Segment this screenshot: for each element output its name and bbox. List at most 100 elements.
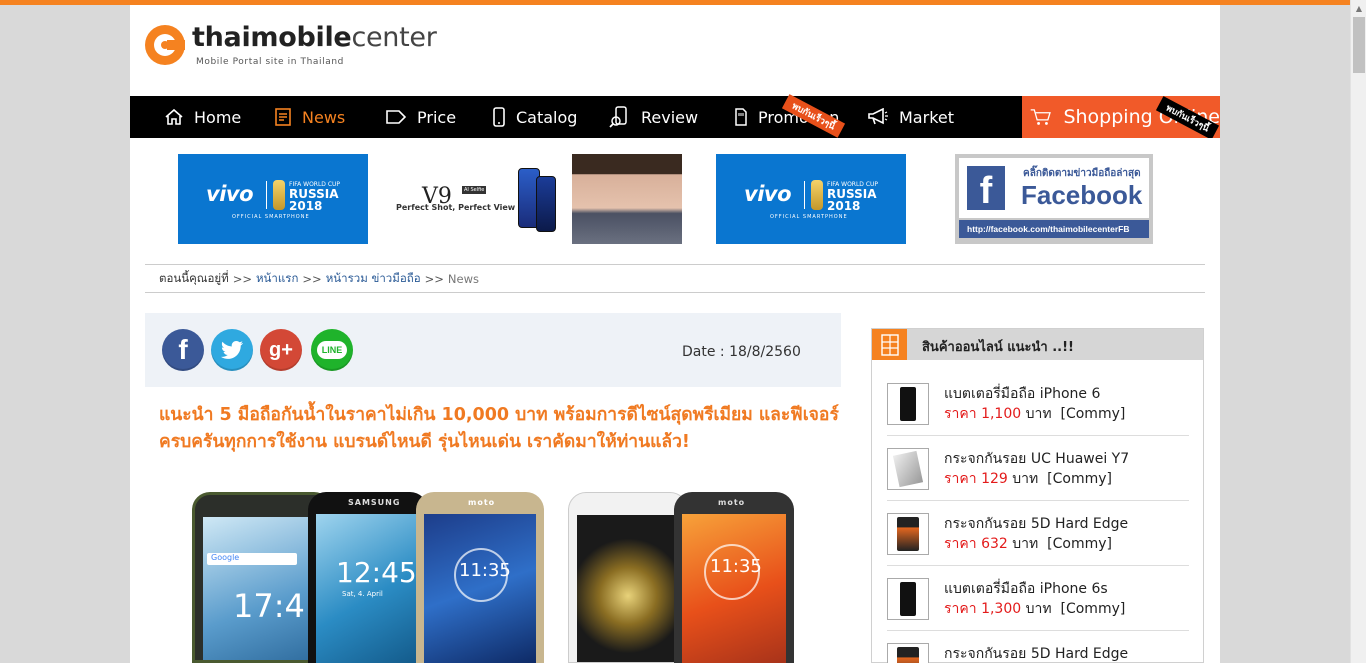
products-grid-icon [872,329,907,360]
vivo-banner-right[interactable]: vivo FIFA WORLD CUP RUSSIA 2018 OFFICIAL… [716,154,906,244]
vivo-v9-banner[interactable]: V9 AI Selfie Perfect Shot, Perfect View [382,154,690,244]
news-icon [275,108,291,126]
twitter-bird-icon [221,341,243,359]
phone-icon [493,107,505,127]
facebook-banner-url: http://facebook.com/thaimobilecenterFB [959,220,1149,238]
facebook-banner-title: Facebook [1021,180,1143,210]
product-shop: [Commy] [1060,601,1126,617]
hero-phone-lenovo [568,492,688,663]
hero-phone-screen: 11:35 [682,514,786,663]
nav-price[interactable]: Price [385,96,456,138]
hero-phone-moto-gold: moto 11:35 [416,492,544,663]
logo-text-bold: thaimobile [192,22,352,53]
article-date: Date : 18/8/2560 [682,344,801,360]
page-container: thaimobilecenter Mobile Portal site in T… [130,5,1220,663]
price-label: ราคา [944,601,977,617]
product-shop: [Commy] [1047,471,1112,487]
price-value: 632 [981,536,1008,552]
share-facebook-button[interactable]: f [162,329,204,371]
product-price: ราคา 1,100 บาท [Commy] [944,403,1125,425]
share-google-plus-button[interactable]: g+ [260,329,302,371]
scroll-up-arrow-icon[interactable]: ▲ [1351,0,1366,16]
hero-phone-date: Sat, 4. April [342,590,383,598]
product-thumbnail[interactable] [887,448,929,490]
vivo-official-text: OFFICIAL SMARTPHONE [770,214,848,220]
vivo-official-text: OFFICIAL SMARTPHONE [232,214,310,220]
vivo-banner-left[interactable]: vivo FIFA WORLD CUP RUSSIA 2018 OFFICIAL… [178,154,368,244]
scroll-thumb[interactable] [1353,17,1365,73]
price-label: ราคา [944,471,977,487]
line-icon: LINE [316,341,348,359]
hero-phone-time: 11:35 [459,560,511,581]
breadcrumb-separator: >> [232,271,252,286]
article-hero-image: Google 17:4 SAMSUNG 12:45 Sat, 4. April … [192,492,794,663]
logo-text: thaimobilecenter [192,22,437,53]
product-name[interactable]: แบตเตอรี่มือถือ iPhone 6s [944,578,1108,600]
hero-phone-time: 11:35 [710,556,762,577]
price-value: 1,300 [981,601,1022,617]
facebook-follow-banner[interactable]: f คลิ๊กติดตามข่าวมือถือล่าสุด Facebook h… [955,154,1153,244]
world-cup-trophy-icon [273,180,285,210]
site-logo[interactable]: thaimobilecenter Mobile Portal site in T… [145,22,437,73]
share-line-button[interactable]: LINE [311,329,353,371]
hero-phone-screen: Google 17:4 [203,517,321,660]
product-name[interactable]: กระจกกันรอย 5D Hard Edge [944,513,1128,535]
product-item[interactable]: กระจกกันรอย UC Huawei Y7 ราคา 129 บาท [C… [887,436,1189,501]
page-scrollbar[interactable]: ▲ [1350,0,1366,663]
nav-home[interactable]: Home [164,96,241,138]
facebook-icon: f [178,334,188,365]
nav-review[interactable]: Review [609,96,698,138]
nav-market[interactable]: Market [867,96,954,138]
nav-news[interactable]: News [274,96,345,138]
nav-news-label: News [302,107,346,127]
hero-phone-samsung: SAMSUNG 12:45 Sat, 4. April [308,492,428,663]
vivo-brand: vivo [206,182,254,206]
v9-ambassador-photo [572,154,682,244]
share-bar: f g+ LINE Date : 18/8/2560 [145,313,841,387]
product-item[interactable]: กระจกกันรอย 5D Hard Edge [887,631,1189,663]
product-thumbnail[interactable] [887,643,929,663]
breadcrumb-news-list-link[interactable]: หน้ารวม ข่าวมือถือ [326,270,421,288]
recommended-products-panel: สินค้าออนไลน์ แนะนำ ..!! แบตเตอรี่มือถือ… [871,328,1204,663]
breadcrumb-home-link[interactable]: หน้าแรก [256,270,298,288]
logo-mark-icon [145,25,185,65]
product-name[interactable]: แบตเตอรี่มือถือ iPhone 6 [944,383,1100,405]
hero-phone-moto-e4: moto 11:35 [674,492,794,663]
recommended-products-header: สินค้าออนไลน์ แนะนำ ..!! [872,329,1203,360]
nav-catalog[interactable]: Catalog [492,96,577,138]
facebook-banner-panel: f คลิ๊กติดตามข่าวมือถือล่าสุด Facebook [959,158,1149,218]
product-name[interactable]: กระจกกันรอย UC Huawei Y7 [944,448,1129,470]
hero-moto-brand: moto [468,498,496,507]
product-thumbnail[interactable] [887,578,929,620]
vivo-brand: vivo [744,182,792,206]
product-item[interactable]: กระจกกันรอย 5D Hard Edge ราคา 632 บาท [C… [887,501,1189,566]
main-nav: Home News Price Catalog Review Promotion… [130,94,1220,138]
recommended-products-title: สินค้าออนไลน์ แนะนำ ..!! [922,340,1074,355]
product-shop: [Commy] [1060,406,1126,422]
product-thumbnail[interactable] [887,513,929,555]
hero-moto-brand: moto [718,498,746,507]
world-cup-trophy-icon [811,180,823,210]
price-currency: บาท [1025,406,1052,422]
product-price: ราคา 632 บาท [Commy] [944,533,1112,555]
price-value: 1,100 [981,406,1022,422]
product-item[interactable]: แบตเตอรี่มือถือ iPhone 6 ราคา 1,100 บาท … [887,371,1189,436]
vivo-separator [266,181,267,209]
nav-shopping-online[interactable]: Shopping Online พบกันเร็วๆนี้ [1022,96,1220,138]
cart-icon [1030,109,1051,125]
vivo-year-text: 2018 [827,199,861,213]
product-item[interactable]: แบตเตอรี่มือถือ iPhone 6s ราคา 1,300 บาท… [887,566,1189,631]
nav-catalog-label: Catalog [516,107,578,127]
nav-market-label: Market [899,107,954,127]
home-icon [165,108,183,125]
price-value: 129 [981,471,1008,487]
nav-home-label: Home [194,107,242,127]
breadcrumb-current: News [447,271,479,286]
hero-phone-screen: 11:35 [424,514,536,663]
facebook-logo-icon: f [967,166,1005,210]
share-twitter-button[interactable] [211,329,253,371]
product-price: ราคา 1,300 บาท [Commy] [944,598,1125,620]
product-thumbnail[interactable] [887,383,929,425]
product-name[interactable]: กระจกกันรอย 5D Hard Edge [944,643,1128,663]
nav-price-label: Price [417,107,457,127]
